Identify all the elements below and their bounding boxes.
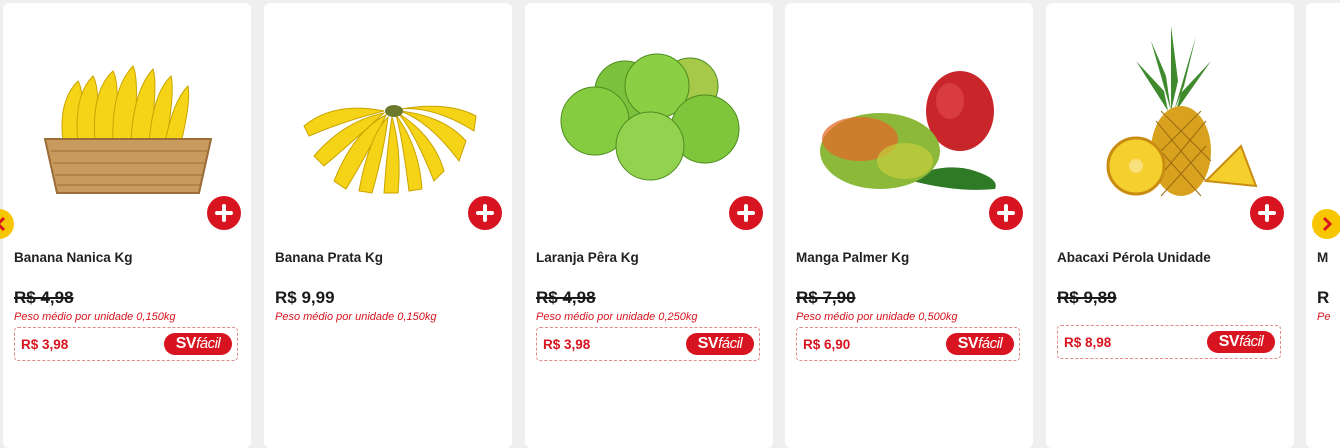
- weight-note: Peso médio por unidade 0,250kg: [536, 311, 698, 323]
- add-to-cart-button[interactable]: [468, 196, 502, 230]
- product-carousel: Banana Nanica Kg R$ 4,98 Peso médio por …: [0, 0, 1340, 448]
- carousel-prev-button[interactable]: [0, 209, 14, 239]
- pineapple-image[interactable]: [1066, 21, 1276, 201]
- add-to-cart-button[interactable]: [989, 196, 1023, 230]
- oranges-image[interactable]: [545, 21, 755, 201]
- old-price: R$ 4,98: [14, 288, 74, 307]
- old-price: R$ 9,89: [1057, 288, 1117, 307]
- old-price: R: [1317, 288, 1330, 307]
- promo-price: R$ 3,98: [21, 337, 69, 352]
- product-card[interactable]: Abacaxi Pérola Unidade R$ 9,89 R$ 8,98 S…: [1046, 3, 1294, 448]
- product-card[interactable]: Banana Prata Kg R$ 9,99 Peso médio por u…: [264, 3, 512, 448]
- weight-note: Peso médio por unidade 0,150kg: [275, 311, 437, 323]
- svfacil-badge: SVfácil: [686, 333, 754, 355]
- add-to-cart-button[interactable]: [1250, 196, 1284, 230]
- product-name[interactable]: Laranja Pêra Kg: [536, 250, 639, 265]
- product-name[interactable]: M: [1317, 250, 1328, 265]
- promo-box: R$ 6,90 SVfácil: [796, 327, 1020, 361]
- product-card[interactable]: Manga Palmer Kg R$ 7,90 Peso médio por u…: [785, 3, 1033, 448]
- chevron-right-icon: [1322, 216, 1333, 232]
- banana-bunch-image[interactable]: [284, 21, 494, 201]
- product-name[interactable]: Banana Prata Kg: [275, 250, 383, 265]
- old-price: R$ 4,98: [536, 288, 596, 307]
- product-name[interactable]: Manga Palmer Kg: [796, 250, 909, 265]
- promo-box: R$ 3,98 SVfácil: [536, 327, 760, 361]
- svfacil-badge: SVfácil: [1207, 331, 1275, 353]
- carousel-next-button[interactable]: [1312, 209, 1340, 239]
- svfacil-badge: SVfácil: [164, 333, 232, 355]
- product-card[interactable]: Laranja Pêra Kg R$ 4,98 Peso médio por u…: [525, 3, 773, 448]
- price: R$ 9,99: [275, 288, 335, 307]
- product-card[interactable]: Banana Nanica Kg R$ 4,98 Peso médio por …: [3, 3, 251, 448]
- weight-note: Peso médio por unidade 0,150kg: [14, 311, 176, 323]
- promo-price: R$ 6,90: [803, 337, 851, 352]
- product-name[interactable]: Abacaxi Pérola Unidade: [1057, 250, 1211, 265]
- weight-note: Pe: [1317, 311, 1331, 323]
- svfacil-badge: SVfácil: [946, 333, 1014, 355]
- old-price: R$ 7,90: [796, 288, 856, 307]
- weight-note: Peso médio por unidade 0,500kg: [796, 311, 958, 323]
- add-to-cart-button[interactable]: [729, 196, 763, 230]
- promo-box: R$ 3,98 SVfácil: [14, 327, 238, 361]
- mangoes-image[interactable]: [805, 21, 1015, 201]
- promo-price: R$ 3,98: [543, 337, 591, 352]
- add-to-cart-button[interactable]: [207, 196, 241, 230]
- chevron-left-icon: [0, 216, 6, 232]
- promo-box: R$ 8,98 SVfácil: [1057, 325, 1281, 359]
- promo-price: R$ 8,98: [1064, 335, 1112, 350]
- product-name[interactable]: Banana Nanica Kg: [14, 250, 133, 265]
- banana-basket-image[interactable]: [23, 21, 233, 201]
